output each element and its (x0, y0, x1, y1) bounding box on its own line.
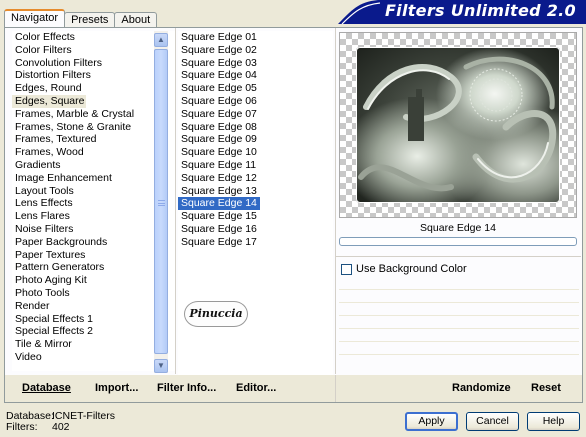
preview-artwork (356, 47, 560, 203)
filter-item[interactable]: Square Edge 11 (178, 159, 333, 172)
filter-item[interactable]: Square Edge 03 (178, 57, 333, 70)
parameter-area (339, 277, 579, 355)
editor-button[interactable]: Editor... (236, 382, 276, 394)
divider (335, 375, 336, 402)
help-button[interactable]: Help (527, 412, 580, 431)
preview-filter-name: Square Edge 14 (420, 222, 496, 234)
progress-bar (339, 237, 577, 246)
category-item[interactable]: Image Enhancement (12, 172, 175, 185)
category-item[interactable]: Special Effects 2 (12, 325, 175, 338)
database-button[interactable]: Database (22, 382, 71, 394)
category-item[interactable]: Paper Textures (12, 249, 175, 262)
filter-item[interactable]: Square Edge 13 (178, 185, 333, 198)
filter-item[interactable]: Square Edge 04 (178, 69, 333, 82)
category-item[interactable]: Frames, Marble & Crystal (12, 108, 175, 121)
category-item[interactable]: Frames, Wood (12, 146, 175, 159)
category-item[interactable]: Noise Filters (12, 223, 175, 236)
filter-item[interactable]: Square Edge 15 (178, 210, 333, 223)
filter-item[interactable]: Square Edge 08 (178, 121, 333, 134)
use-background-color-label: Use Background Color (356, 263, 467, 275)
filters-count-label: Filters: (6, 421, 38, 433)
pinuccia-logo: Pinuccia (184, 301, 248, 327)
category-item[interactable]: Tile & Mirror (12, 338, 175, 351)
grip-icon (158, 200, 165, 206)
tab-navigator[interactable]: Navigator (4, 9, 66, 27)
filter-item[interactable]: Square Edge 05 (178, 82, 333, 95)
filters-count-value: 402 (52, 421, 70, 433)
divider (335, 28, 336, 374)
navigator-panel: Color Effects Color Filters Convolution Fi… (4, 27, 583, 403)
filter-item[interactable]: Square Edge 07 (178, 108, 333, 121)
divider (175, 28, 176, 374)
category-item[interactable]: Video (12, 351, 175, 364)
use-background-color-checkbox[interactable] (341, 263, 352, 275)
category-item[interactable]: Paper Backgrounds (12, 236, 175, 249)
category-item[interactable]: Edges, Round (12, 82, 175, 95)
filter-list[interactable]: Square Edge 01 Square Edge 02 Square Edge … (178, 31, 333, 376)
tab-bar: Navigator Presets About (4, 9, 158, 27)
category-item[interactable]: Pattern Generators (12, 261, 175, 274)
filter-item[interactable]: Square Edge 12 (178, 172, 333, 185)
tab-presets[interactable]: Presets (64, 12, 116, 27)
category-scrollbar[interactable]: ▲ ▼ (154, 31, 168, 373)
category-item[interactable]: Color Filters (12, 44, 175, 57)
category-item[interactable]: Color Effects (12, 31, 175, 44)
tab-about[interactable]: About (114, 12, 158, 27)
filter-item[interactable]: Square Edge 16 (178, 223, 333, 236)
category-item[interactable]: Gradients (12, 159, 175, 172)
category-item[interactable]: Render (12, 300, 175, 313)
category-item[interactable]: Edges, Square (12, 94, 87, 108)
preview-image (356, 47, 560, 203)
import-button[interactable]: Import... (95, 382, 138, 394)
app-title: Filters Unlimited 2.0 (384, 1, 576, 20)
category-item[interactable]: Distortion Filters (12, 69, 175, 82)
filter-item[interactable]: Square Edge 14 (178, 197, 260, 211)
reset-button[interactable]: Reset (531, 382, 561, 394)
scroll-thumb[interactable] (154, 49, 168, 354)
randomize-button[interactable]: Randomize (452, 382, 511, 394)
filter-item[interactable]: Square Edge 06 (178, 95, 333, 108)
category-item[interactable]: Lens Flares (12, 210, 175, 223)
category-item[interactable]: Frames, Stone & Granite (12, 121, 175, 134)
filter-item[interactable]: Square Edge 02 (178, 44, 333, 57)
title-banner: Filters Unlimited 2.0 (338, 0, 586, 24)
preview-frame (339, 32, 577, 218)
category-item[interactable]: Photo Aging Kit (12, 274, 175, 287)
filter-info-button[interactable]: Filter Info... (157, 382, 216, 394)
filter-item[interactable]: Square Edge 09 (178, 133, 333, 146)
divider (335, 256, 581, 257)
filter-item[interactable]: Square Edge 10 (178, 146, 333, 159)
category-item[interactable]: Convolution Filters (12, 57, 175, 70)
database-info: Database: ICNET-Filters Filters: 402 (6, 411, 115, 433)
filter-item[interactable]: Square Edge 01 (178, 31, 333, 44)
scroll-down-button[interactable]: ▼ (154, 359, 168, 373)
category-list[interactable]: Color Effects Color Filters Convolution Fi… (12, 31, 175, 371)
filter-item[interactable]: Square Edge 17 (178, 236, 333, 249)
category-item[interactable]: Special Effects 1 (12, 313, 175, 326)
scroll-up-button[interactable]: ▲ (154, 33, 168, 47)
category-item[interactable]: Photo Tools (12, 287, 175, 300)
category-item[interactable]: Frames, Textured (12, 133, 175, 146)
cancel-button[interactable]: Cancel (466, 412, 519, 431)
use-background-color-row[interactable]: Use Background Color (341, 263, 467, 275)
panel-toolbar: Database Import... Filter Info... Editor… (5, 375, 582, 402)
category-item[interactable]: Layout Tools (12, 185, 175, 198)
category-item[interactable]: Lens Effects (12, 197, 175, 210)
apply-button[interactable]: Apply (405, 412, 458, 431)
